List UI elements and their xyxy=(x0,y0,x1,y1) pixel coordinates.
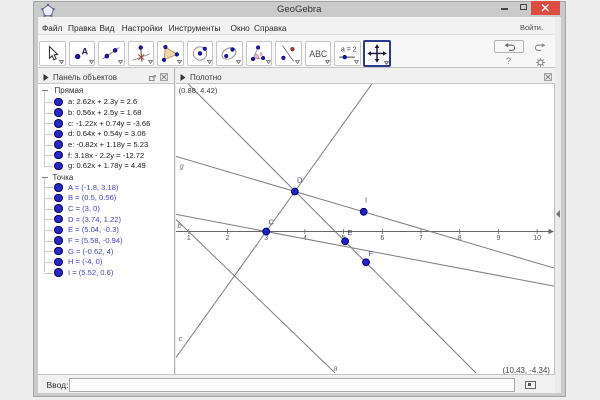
svg-text:a = 2: a = 2 xyxy=(341,47,357,54)
svg-text:2: 2 xyxy=(225,235,229,242)
svg-text:7: 7 xyxy=(419,235,423,242)
svg-text:D: D xyxy=(297,176,303,185)
svg-text:E: E xyxy=(347,228,352,237)
svg-text:a: a xyxy=(333,364,337,373)
svg-text:c: c xyxy=(178,334,182,343)
svg-text:9: 9 xyxy=(496,235,500,242)
svg-text:A: A xyxy=(81,46,88,56)
svg-text:3: 3 xyxy=(264,235,268,242)
svg-text:I: I xyxy=(365,196,367,205)
svg-text:10: 10 xyxy=(533,235,541,242)
svg-text:1: 1 xyxy=(186,235,190,242)
svg-text:g: g xyxy=(179,162,184,171)
svg-text:(0.88, 4.42): (0.88, 4.42) xyxy=(178,86,217,95)
svg-text:b: b xyxy=(177,221,181,230)
svg-text:F: F xyxy=(368,249,373,258)
svg-text:6: 6 xyxy=(380,235,384,242)
svg-text:ABC: ABC xyxy=(309,49,327,59)
svg-text:C: C xyxy=(268,218,274,227)
